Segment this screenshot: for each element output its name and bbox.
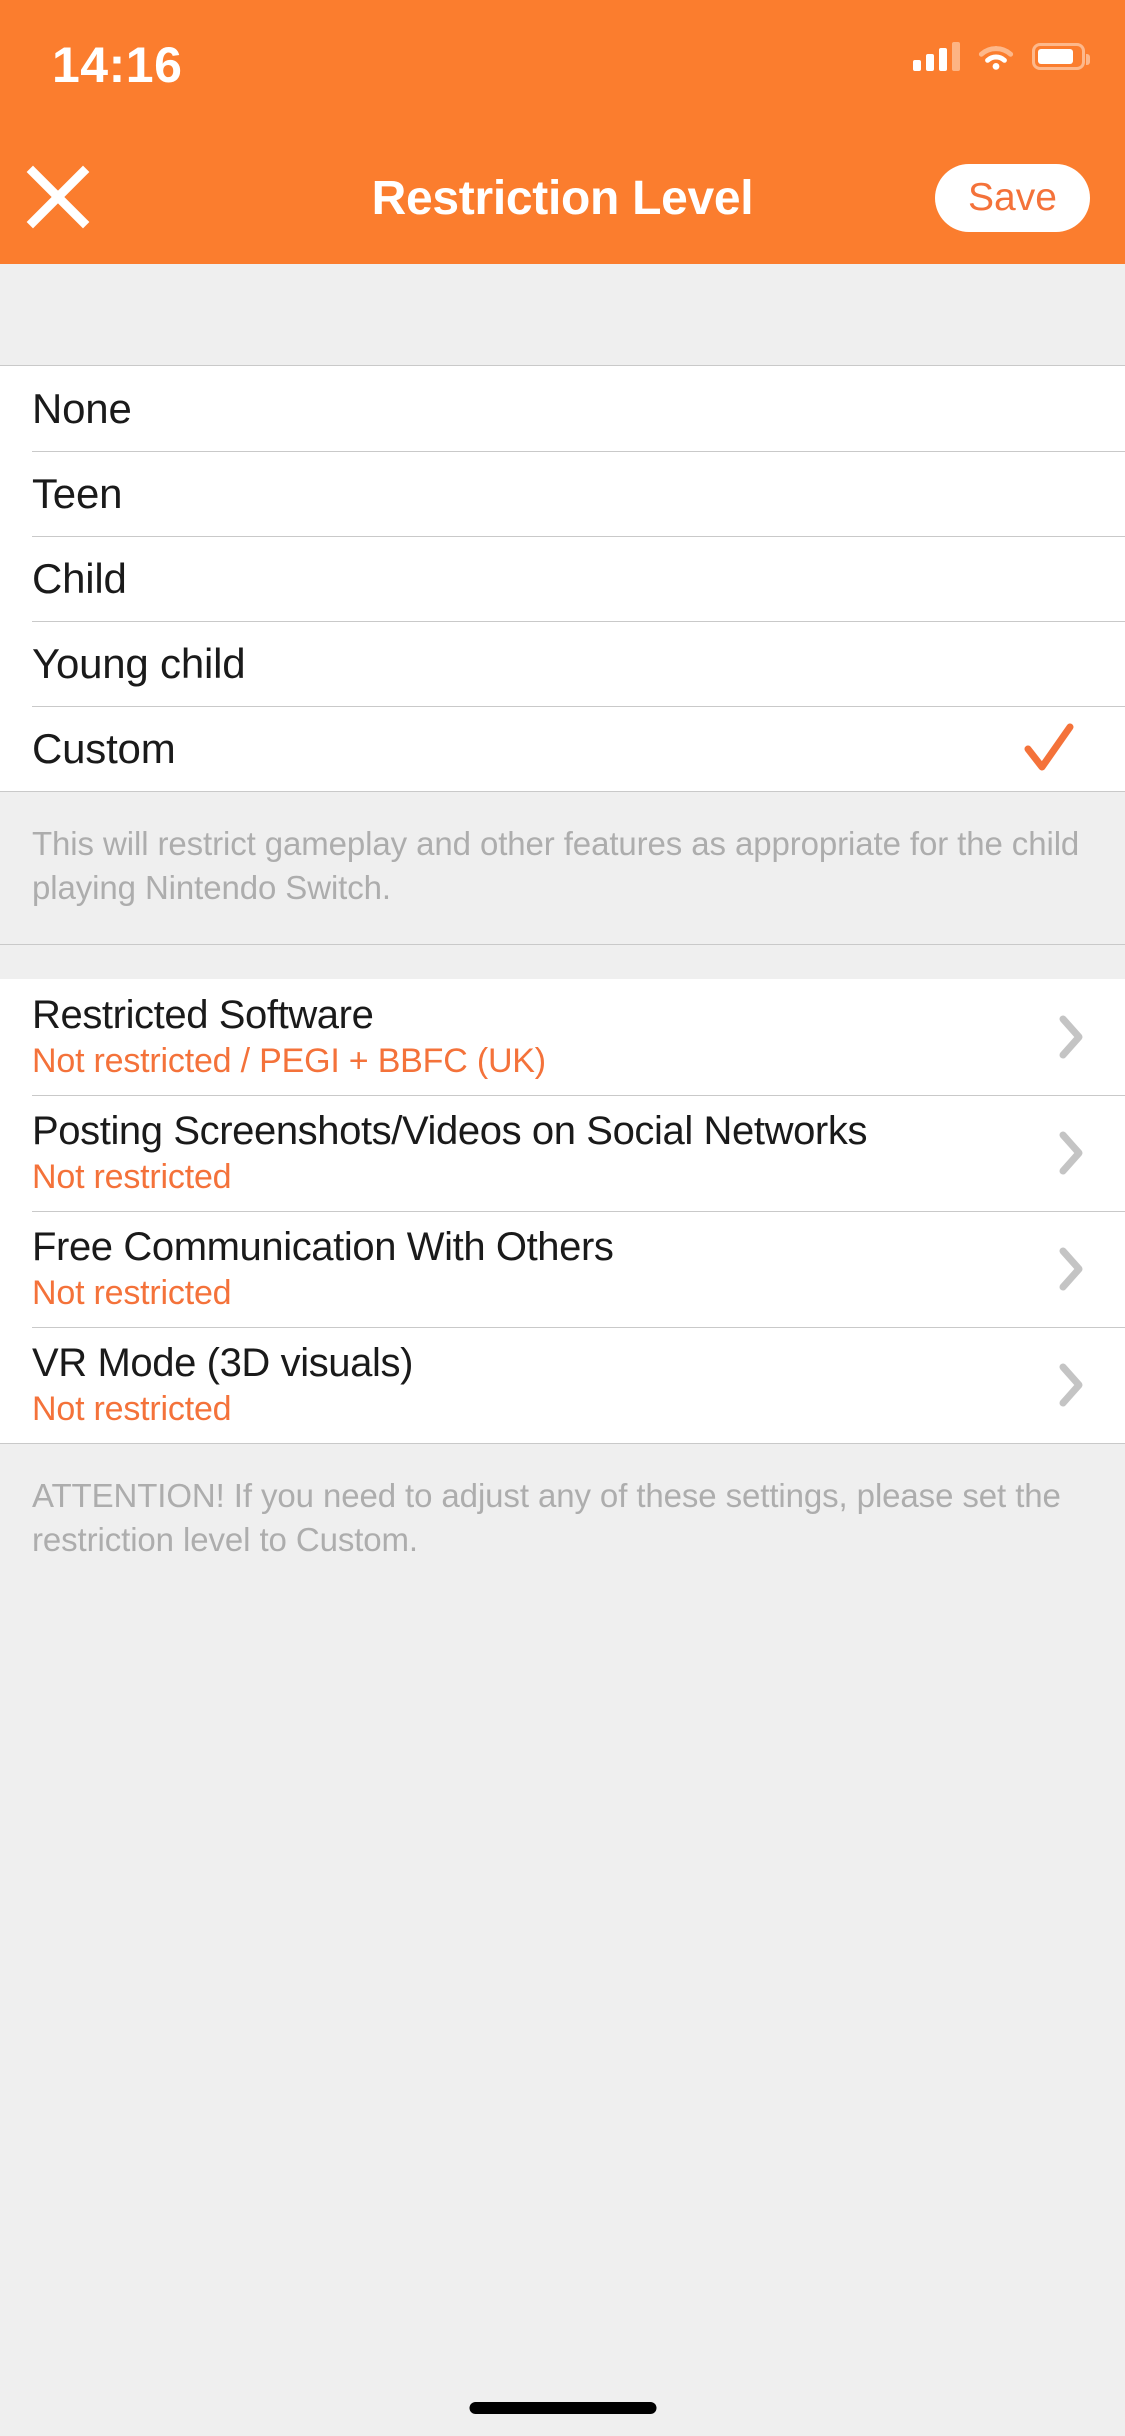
row-value: Not restricted <box>32 1389 232 1428</box>
row-value: Not restricted / PEGI + BBFC (UK) <box>32 1041 546 1080</box>
list-item-free-communication[interactable]: Free Communication With Others Not restr… <box>0 1210 1125 1327</box>
row-title: Posting Screenshots/Videos on Social Net… <box>32 1108 868 1153</box>
phone-screen: 14:16 Restriction Level Save None Teen C… <box>0 0 1125 2436</box>
content-area: None Teen Child Young child Custom This … <box>0 264 1125 2436</box>
list-item-young-child[interactable]: Young child <box>0 621 1125 706</box>
list-item-posting-screenshots-videos[interactable]: Posting Screenshots/Videos on Social Net… <box>0 1094 1125 1211</box>
option-label: Custom <box>32 724 176 772</box>
list-item-child[interactable]: Child <box>0 536 1125 621</box>
cellular-bars-icon <box>913 41 960 71</box>
option-label: Teen <box>32 469 123 517</box>
battery-icon <box>1032 42 1090 70</box>
list-item-vr-mode[interactable]: VR Mode (3D visuals) Not restricted <box>0 1326 1125 1443</box>
app-header: 14:16 Restriction Level Save <box>0 0 1125 264</box>
list-item-none[interactable]: None <box>0 366 1125 451</box>
save-button[interactable]: Save <box>935 164 1090 232</box>
row-title: VR Mode (3D visuals) <box>32 1340 414 1385</box>
section-spacer <box>0 944 1125 979</box>
settings-footnote: ATTENTION! If you need to adjust any of … <box>0 1442 1125 1602</box>
chevron-right-icon <box>1049 1244 1093 1294</box>
row-title: Restricted Software <box>32 992 374 1037</box>
row-value: Not restricted <box>32 1273 232 1312</box>
status-bar-time: 14:16 <box>52 37 183 93</box>
option-label: None <box>32 384 132 432</box>
chevron-right-icon <box>1049 1012 1093 1062</box>
option-label: Young child <box>32 639 246 687</box>
list-item-restricted-software[interactable]: Restricted Software Not restricted / PEG… <box>0 978 1125 1095</box>
option-label: Child <box>32 554 127 602</box>
checkmark-icon <box>1023 721 1075 777</box>
list-item-custom[interactable]: Custom <box>0 706 1125 791</box>
row-texts: Restricted Software Not restricted / PEG… <box>32 993 1039 1081</box>
settings-list: Restricted Software Not restricted / PEG… <box>0 978 1125 1443</box>
row-texts: Posting Screenshots/Videos on Social Net… <box>32 1109 1039 1197</box>
chevron-right-icon <box>1049 1360 1093 1410</box>
restriction-level-footnote: This will restrict gameplay and other fe… <box>0 791 1125 945</box>
wifi-icon <box>977 42 1015 70</box>
status-bar-icons <box>913 34 1090 78</box>
chevron-right-icon <box>1049 1128 1093 1178</box>
navigation-bar: Restriction Level Save <box>0 132 1125 264</box>
row-title: Free Communication With Others <box>32 1224 614 1269</box>
list-item-teen[interactable]: Teen <box>0 451 1125 536</box>
top-gap <box>0 264 1125 366</box>
row-texts: Free Communication With Others Not restr… <box>32 1225 1039 1313</box>
row-texts: VR Mode (3D visuals) Not restricted <box>32 1341 1039 1429</box>
home-indicator[interactable] <box>469 2402 656 2414</box>
restriction-level-list: None Teen Child Young child Custom <box>0 366 1125 791</box>
status-bar: 14:16 <box>0 0 1125 132</box>
row-value: Not restricted <box>32 1157 232 1196</box>
